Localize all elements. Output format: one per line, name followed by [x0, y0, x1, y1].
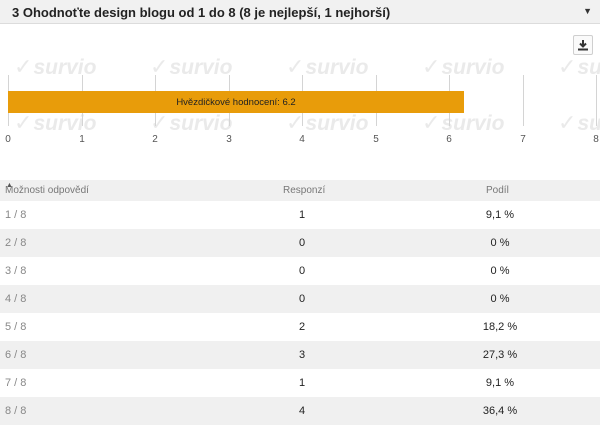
- survio-watermark: ✓survio: [150, 110, 233, 135]
- question-header[interactable]: 3 Ohodnoťte design blogu od 1 do 8 (8 je…: [0, 0, 600, 24]
- table-row: 7 / 8 1 9,1 %: [0, 369, 600, 397]
- survio-watermark: ✓survio: [286, 54, 369, 79]
- option-cell: 5 / 8: [5, 321, 27, 333]
- responses-cell: 0: [298, 293, 306, 305]
- responses-cell: 0: [298, 265, 306, 277]
- survio-watermark: ✓survio: [14, 54, 97, 79]
- responses-cell: 2: [298, 321, 306, 333]
- survio-watermark: ✓survio: [558, 110, 600, 135]
- option-cell: 3 / 8: [5, 265, 27, 277]
- share-cell: 0 %: [490, 237, 510, 249]
- question-title: 3 Ohodnoťte design blogu od 1 do 8 (8 je…: [12, 5, 391, 20]
- x-tick-label: 4: [299, 134, 305, 145]
- option-cell: 2 / 8: [5, 237, 27, 249]
- table-row: 1 / 8 1 9,1 %: [0, 201, 600, 229]
- survio-watermark: ✓survio: [150, 54, 233, 79]
- share-cell: 27,3 %: [482, 349, 518, 361]
- x-tick-label: 5: [373, 134, 379, 145]
- option-cell: 8 / 8: [5, 405, 27, 417]
- table-row: 6 / 8 3 27,3 %: [0, 341, 600, 369]
- header-responses[interactable]: Responzí: [283, 185, 325, 196]
- header-options[interactable]: Možnosti odpovědí: [5, 185, 89, 196]
- survio-watermark: ✓survio: [422, 54, 505, 79]
- share-cell: 9,1 %: [485, 209, 515, 221]
- option-cell: 6 / 8: [5, 349, 27, 361]
- x-tick-label: 3: [226, 134, 232, 145]
- x-tick-label: 8: [593, 134, 599, 145]
- share-cell: 36,4 %: [482, 405, 518, 417]
- responses-cell: 3: [298, 349, 306, 361]
- share-cell: 0 %: [490, 265, 510, 277]
- gridline: [596, 75, 597, 126]
- gridline: [523, 75, 524, 126]
- survio-watermark: ✓survio: [558, 54, 600, 79]
- x-tick-label: 6: [446, 134, 452, 145]
- x-tick-label: 2: [152, 134, 158, 145]
- chart-bar: Hvězdičkové hodnocení: 6.2: [8, 91, 464, 113]
- x-tick-label: 1: [79, 134, 85, 145]
- table-row: 5 / 8 2 18,2 %: [0, 313, 600, 341]
- responses-cell: 1: [298, 377, 306, 389]
- responses-cell: 4: [298, 405, 306, 417]
- survio-watermark: ✓survio: [286, 110, 369, 135]
- x-tick-label: 7: [520, 134, 526, 145]
- share-cell: 18,2 %: [482, 321, 518, 333]
- chart-area: ✓survio ✓survio ✓survio ✓survio ✓survio ✓surv…: [0, 24, 600, 180]
- table-row: 3 / 8 0 0 %: [0, 257, 600, 285]
- option-cell: 4 / 8: [5, 293, 27, 305]
- table-header: ▲ Možnosti odpovědí Responzí Podíl: [0, 180, 600, 201]
- option-cell: 7 / 8: [5, 377, 27, 389]
- bar-label: Hvězdičkové hodnocení: 6.2: [176, 97, 296, 108]
- table-row: 4 / 8 0 0 %: [0, 285, 600, 313]
- survio-watermark: ✓survio: [422, 110, 505, 135]
- responses-cell: 0: [298, 237, 306, 249]
- header-share[interactable]: Podíl: [486, 185, 526, 196]
- table-row: 8 / 8 4 36,4 %: [0, 397, 600, 425]
- x-tick-label: 0: [5, 134, 11, 145]
- survio-watermark: ✓survio: [14, 110, 97, 135]
- option-cell: 1 / 8: [5, 209, 27, 221]
- share-cell: 9,1 %: [485, 377, 515, 389]
- download-icon[interactable]: [573, 35, 593, 55]
- caret-down-icon[interactable]: ▼: [583, 6, 592, 16]
- table-row: 2 / 8 0 0 %: [0, 229, 600, 257]
- share-cell: 0 %: [490, 293, 510, 305]
- responses-cell: 1: [298, 209, 306, 221]
